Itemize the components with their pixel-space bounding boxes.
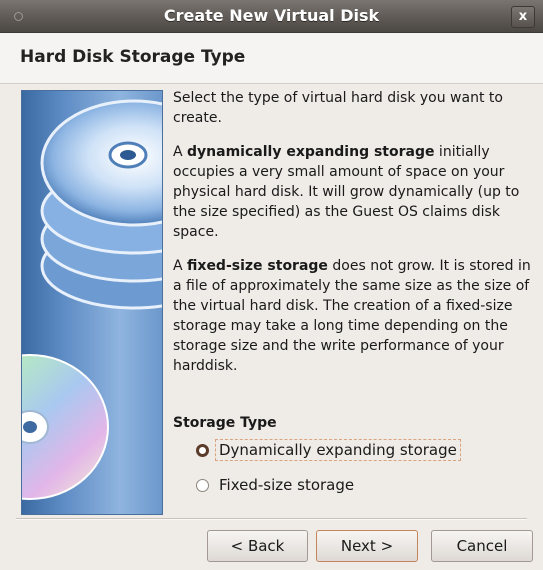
button-separator [16,518,527,520]
dynamic-paragraph: A dynamically expanding storage initiall… [173,142,531,242]
dialog-window: Create New Virtual Disk x Hard Disk Stor… [0,0,543,570]
radio-dynamic-storage[interactable]: Dynamically expanding storage [196,437,461,463]
cancel-button[interactable]: Cancel [431,530,533,562]
close-button[interactable]: x [511,6,535,28]
stacked-disks-icon [22,99,162,500]
fixed-paragraph: A fixed-size storage does not grow. It i… [173,256,531,376]
back-button[interactable]: < Back [207,530,308,562]
page-header: Hard Disk Storage Type [0,33,543,84]
radio-fixed-label[interactable]: Fixed-size storage [219,476,354,494]
radio-selected-icon[interactable] [196,443,209,457]
intro-paragraph: Select the type of virtual hard disk you… [173,90,503,126]
next-button[interactable]: Next > [316,530,418,562]
window-title: Create New Virtual Disk [163,6,380,25]
storage-type-label: Storage Type [173,415,277,431]
fixed-pre-text: A [173,258,188,274]
fixed-bold-text: fixed-size storage [187,258,328,274]
radio-unselected-icon[interactable] [196,478,209,492]
dynamic-pre-text: A [173,144,188,160]
stacked-disks-image [21,90,163,515]
radio-dynamic-label[interactable]: Dynamically expanding storage [215,439,461,461]
dynamic-bold-text: dynamically expanding storage [187,144,435,160]
fixed-post-text: does not grow. It is stored in a file of… [173,258,531,374]
description-text: Select the type of virtual hard disk you… [173,88,531,390]
page-title: Hard Disk Storage Type [20,47,246,67]
radio-fixed-storage[interactable]: Fixed-size storage [196,472,354,498]
title-bar[interactable]: Create New Virtual Disk x [0,0,543,33]
